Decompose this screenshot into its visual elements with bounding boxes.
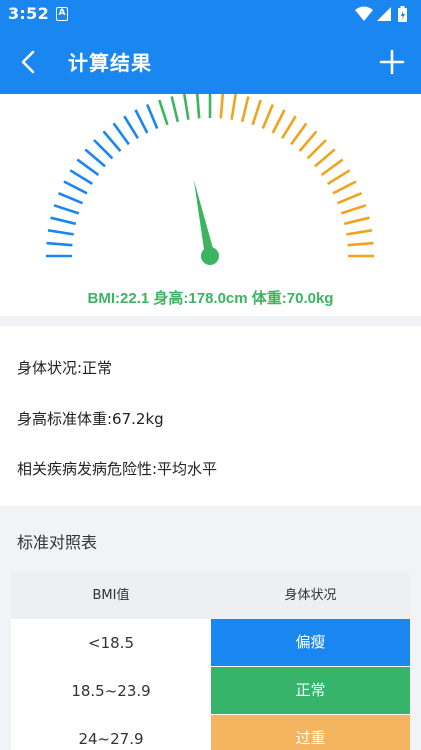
plus-icon[interactable] — [375, 45, 409, 79]
table-row: 18.5~23.9 正常 — [11, 667, 410, 715]
gauge-tick — [123, 115, 140, 139]
gauge-tick — [240, 96, 250, 123]
page-title: 计算结果 — [68, 51, 152, 75]
gauge-tick — [343, 216, 370, 226]
gauge-tick — [170, 96, 180, 123]
header-status: 身体状况 — [284, 588, 337, 603]
standard-weight-text: 身高标准体重:67.2kg — [17, 410, 164, 428]
gauge-tick — [320, 158, 344, 176]
wifi-icon — [355, 6, 373, 21]
gauge-tick — [298, 130, 318, 152]
table-row: <18.5 偏瘦 — [11, 619, 410, 667]
gauge-tick — [50, 216, 77, 226]
disease-risk-text: 相关疾病发病危险性:平均水平 — [17, 460, 218, 478]
gauge-tick — [53, 204, 80, 215]
status-time: 3:52 — [8, 4, 49, 23]
gauge-needle — [193, 179, 215, 257]
a-icon: A — [56, 7, 68, 21]
gauge-tick — [347, 241, 374, 247]
system-status-icons — [355, 6, 407, 22]
gauge-tick — [158, 99, 169, 126]
gauge-tick — [314, 148, 336, 168]
table-row: 24~27.9 过重 — [11, 715, 410, 750]
gauge-tick — [84, 148, 106, 168]
gauge-tick — [63, 180, 88, 195]
table-header: BMI值 身体状况 — [11, 572, 410, 619]
gauge-tick — [346, 229, 373, 236]
gauge-tick — [251, 99, 262, 126]
gauge-tick — [327, 169, 351, 186]
body-status-text: 身体状况:正常 — [17, 359, 113, 377]
battery-icon — [398, 6, 407, 22]
gauge-tick — [219, 94, 225, 119]
gauge-tick — [46, 241, 73, 247]
bmi-gauge — [46, 94, 374, 265]
reference-table-title: 标准对照表 — [17, 533, 98, 552]
reference-table: BMI值 身体状况 <18.5 偏瘦 18.5~23.9 正常 24~27.9 … — [11, 572, 410, 750]
bmi-gauge-card: BMI:22.1 身高:178.0cm 体重:70.0kg — [0, 94, 421, 316]
gauge-tick — [332, 180, 357, 195]
gauge-ticks — [46, 94, 374, 258]
bmi-range: <18.5 — [88, 634, 134, 652]
bmi-range: 18.5~23.9 — [71, 682, 151, 700]
status-cell-overweight: 过重 — [211, 715, 410, 750]
bmi-reading: BMI:22.1 身高:178.0cm 体重:70.0kg — [87, 290, 334, 307]
gauge-tick — [340, 204, 367, 215]
gauge-tick — [280, 115, 297, 139]
app-bar: 计算结果 — [0, 29, 421, 94]
gauge-tick — [261, 104, 274, 129]
gauge-tick — [145, 104, 159, 129]
gauge-tick — [58, 191, 83, 205]
gauge-tick — [290, 122, 308, 146]
gauge-tick — [230, 94, 237, 120]
gauge-tick — [337, 191, 362, 205]
gauge-tick — [134, 109, 149, 134]
gauge-tick — [195, 94, 201, 119]
gauge-pivot — [201, 247, 219, 265]
gauge-tick — [69, 169, 93, 186]
gauge-tick — [47, 229, 74, 236]
gauge-tick — [76, 158, 100, 176]
header-bmi: BMI值 — [92, 588, 130, 603]
gauge-tick — [306, 139, 327, 160]
gauge-tick — [102, 130, 122, 152]
gauge-tick — [112, 122, 130, 146]
gauge-tick — [271, 109, 286, 134]
back-arrow-icon[interactable] — [12, 45, 46, 79]
status-cell-underweight: 偏瘦 — [211, 619, 410, 666]
gauge-tick — [93, 139, 114, 160]
status-bar: 3:52 A — [0, 0, 421, 29]
status-cell-normal: 正常 — [211, 667, 410, 714]
signal-icon — [377, 7, 391, 21]
result-card: 身体状况:正常 身高标准体重:67.2kg 相关疾病发病危险性:平均水平 — [0, 326, 421, 506]
bmi-range: 24~27.9 — [78, 730, 144, 748]
gauge-tick — [183, 94, 190, 120]
